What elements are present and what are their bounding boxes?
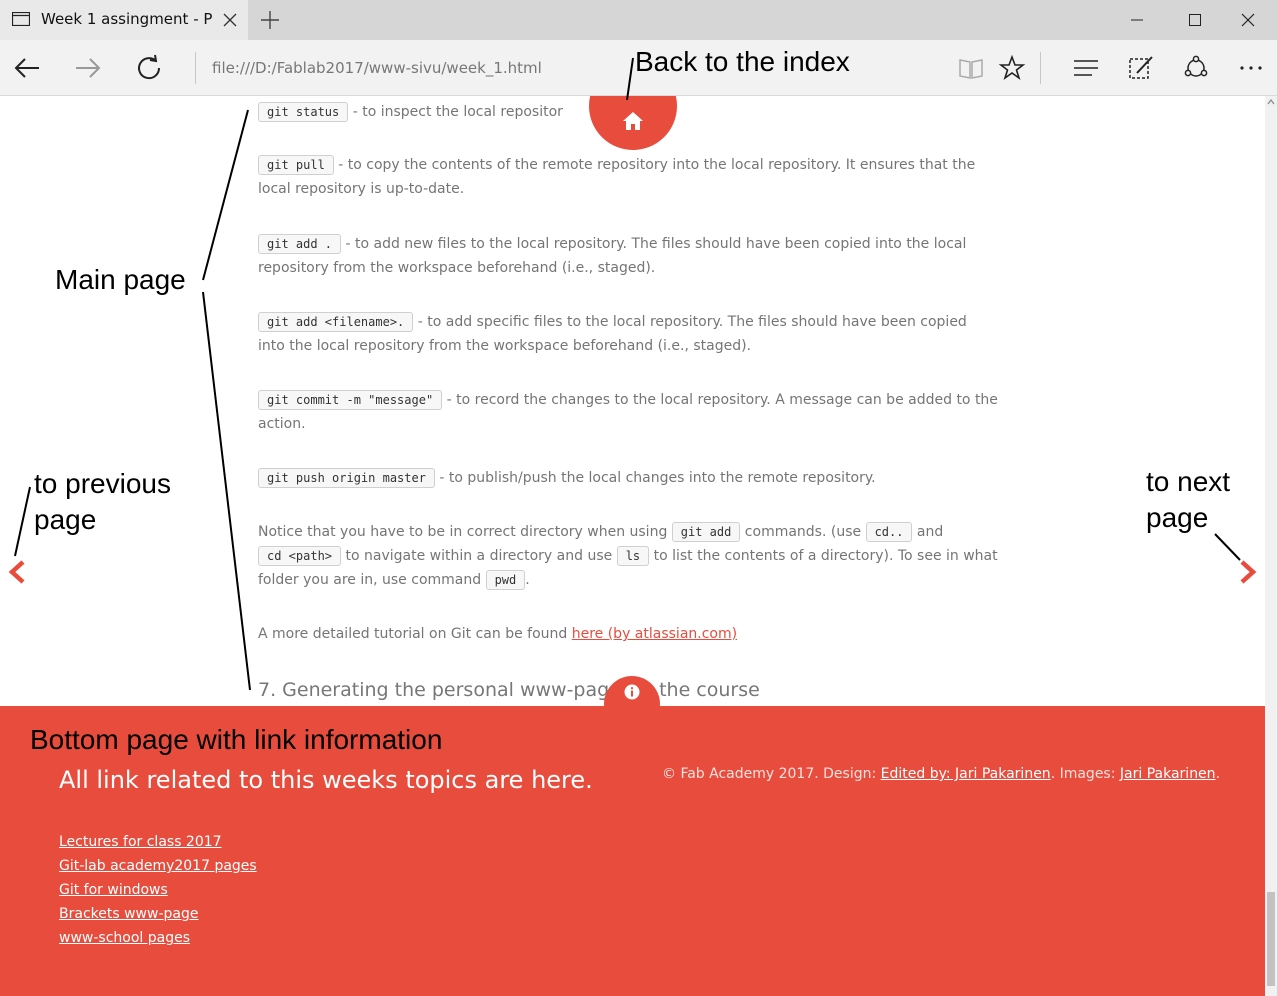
git-pull-item: git pull - to copy the contents of the r… [258,155,976,197]
reading-view-icon[interactable] [957,54,985,82]
toolbar-separator [1040,52,1041,84]
scrollbar-thumb[interactable] [1267,892,1275,986]
tutorial-line: A more detailed tutorial on Git can be f… [258,626,738,642]
code-snippet: cd.. [865,522,913,542]
page-viewport: git status - to inspect the local reposi… [0,96,1265,996]
footer-link-item: Lectures for class 2017 [59,830,257,854]
code-snippet: cd <path> [258,546,342,566]
annotation-bottom-page: Bottom page with link information [30,724,443,755]
new-tab-plus-icon[interactable] [259,9,281,31]
git-add-item: git add . - to add new files to the loca… [258,234,967,276]
maximize-icon [1189,14,1201,26]
code-snippet: git push origin master [258,468,435,488]
images-credit-link[interactable]: Jari Pakarinen [1120,766,1216,782]
next-page-arrow-icon[interactable] [1237,559,1259,585]
code-snippet: git status [258,102,349,122]
minimize-icon [1131,19,1143,21]
address-separator [195,52,196,84]
design-credit-link[interactable]: Edited by: Jari Pakarinen [881,766,1051,782]
web-note-icon[interactable] [1127,54,1155,82]
maximize-button[interactable] [1166,0,1224,40]
tab-title: Week 1 assingment - Pr [41,10,213,28]
git-push-item: git push origin master - to publish/push… [258,466,998,490]
footer-link-list: Lectures for class 2017 Git-lab academy2… [59,830,257,950]
copyright-notice: © Fab Academy 2017. Design: Edited by: J… [662,766,1221,782]
more-options-icon[interactable] [1237,54,1265,82]
home-button[interactable] [589,96,677,150]
code-snippet: git commit -m "message" [258,390,443,410]
forward-arrow-icon[interactable] [73,53,103,83]
directory-notice: Notice that you have to be in correct di… [258,522,998,590]
tab-bar: Week 1 assingment - Pr [0,0,1277,40]
back-arrow-icon[interactable] [12,53,42,83]
browser-tab[interactable]: Week 1 assingment - Pr [0,0,248,40]
annotation-back-to-index: Back to the index [635,46,850,77]
previous-page-arrow-icon[interactable] [6,559,28,585]
annotation-next-line2: page [1146,502,1209,533]
annotation-prev-line1: to previous [34,468,171,499]
atlassian-tutorial-link[interactable]: here (by atlassian.com) [572,626,737,642]
info-button[interactable] [604,676,660,732]
minimize-button[interactable] [1108,0,1166,40]
close-window-button[interactable] [1219,0,1277,40]
git-for-windows-link[interactable]: Git for windows [59,882,168,898]
annotation-next-line1: to next [1146,466,1231,497]
refresh-icon[interactable] [134,53,164,83]
footer-link-item: Git-lab academy2017 pages [59,854,257,878]
footer-link-item: Brackets www-page [59,902,257,926]
code-snippet: git add . [258,234,342,254]
close-window-icon [1241,13,1255,27]
annotation-prev-line2: page [34,504,97,535]
annotation-main-page: Main page [55,264,186,295]
footer-title: All link related to this weeks topics ar… [59,766,593,794]
code-snippet: git pull [258,155,334,175]
gitlab-academy-link[interactable]: Git-lab academy2017 pages [59,858,257,874]
hub-icon[interactable] [1072,54,1100,82]
share-icon[interactable] [1182,54,1210,82]
code-snippet: git add <filename>. [258,312,414,332]
git-add-filename-item: git add <filename>. - to add specific fi… [258,312,967,354]
footer-link-item: Git for windows [59,878,257,902]
brackets-link[interactable]: Brackets www-page [59,906,198,922]
page-icon [12,12,30,26]
vertical-scrollbar[interactable] [1265,96,1277,996]
code-snippet: git add [671,522,741,542]
footer-link-item: www-school pages [59,926,257,950]
address-bar[interactable]: file:///D:/Fablab2017/www-sivu/week_1.ht… [212,59,632,79]
scroll-up-arrow-icon[interactable] [1267,98,1275,106]
lectures-link[interactable]: Lectures for class 2017 [59,834,222,850]
home-icon [623,112,643,130]
www-school-link[interactable]: www-school pages [59,930,190,946]
close-tab-icon[interactable] [222,12,238,28]
info-icon [624,684,640,700]
code-snippet: pwd [485,570,526,590]
code-snippet: ls [616,546,650,566]
git-commit-item: git commit -m "message" - to record the … [258,390,998,432]
favorite-star-icon[interactable] [998,54,1026,82]
